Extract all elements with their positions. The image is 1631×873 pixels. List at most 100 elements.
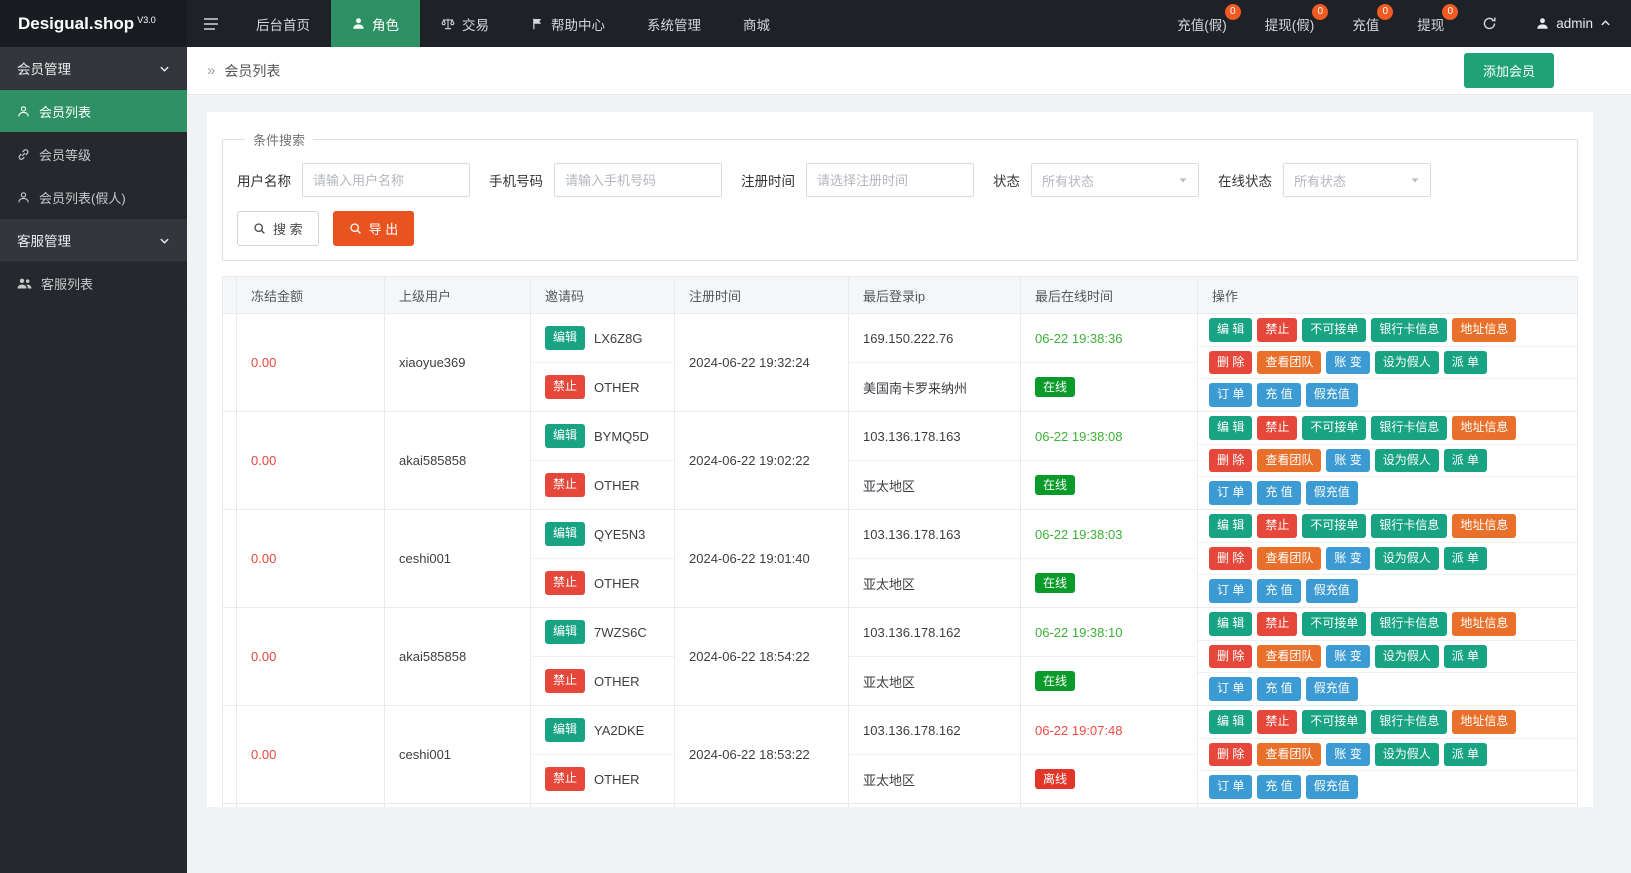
recharge-fake-button[interactable]: 充值(假) 0 [1158, 0, 1246, 47]
action-button[interactable]: 编 辑 [1209, 514, 1252, 538]
action-button[interactable]: 不可接单 [1302, 416, 1366, 440]
sidebar-section-member-management[interactable]: 会员管理 [0, 47, 187, 90]
invite-edit-button[interactable]: 编辑 [545, 718, 585, 742]
action-button[interactable]: 地址信息 [1452, 416, 1516, 440]
action-button[interactable]: 地址信息 [1452, 710, 1516, 734]
withdraw-fake-button[interactable]: 提现(假) 0 [1246, 0, 1334, 47]
action-button[interactable]: 银行卡信息 [1371, 318, 1447, 342]
action-button[interactable]: 禁止 [1257, 514, 1297, 538]
action-button[interactable]: 账 变 [1326, 645, 1369, 669]
sidebar-item-member-list-fake[interactable]: 会员列表(假人) [0, 176, 187, 219]
action-button[interactable]: 禁止 [1257, 710, 1297, 734]
action-button[interactable]: 派 单 [1444, 743, 1487, 767]
action-button[interactable]: 查看团队 [1257, 743, 1321, 767]
action-button[interactable]: 不可接单 [1302, 318, 1366, 342]
add-member-button[interactable]: 添加会员 [1464, 53, 1554, 88]
action-button[interactable]: 地址信息 [1452, 612, 1516, 636]
action-button[interactable]: 假充值 [1306, 775, 1358, 799]
online-status-select[interactable]: 所有状态 [1283, 163, 1431, 197]
action-button[interactable]: 不可接单 [1302, 612, 1366, 636]
action-button[interactable]: 银行卡信息 [1371, 612, 1447, 636]
action-button[interactable]: 假充值 [1306, 579, 1358, 603]
recharge-button[interactable]: 充值 0 [1333, 0, 1398, 47]
action-button[interactable]: 设为假人 [1375, 351, 1439, 375]
action-button[interactable]: 派 单 [1444, 449, 1487, 473]
action-button[interactable]: 派 单 [1444, 645, 1487, 669]
action-button[interactable]: 不可接单 [1302, 514, 1366, 538]
invite-edit-button[interactable]: 编辑 [545, 620, 585, 644]
action-button[interactable]: 账 变 [1326, 449, 1369, 473]
action-button[interactable]: 账 变 [1326, 743, 1369, 767]
action-button[interactable]: 查看团队 [1257, 351, 1321, 375]
status-select[interactable]: 所有状态 [1031, 163, 1199, 197]
action-button[interactable]: 设为假人 [1375, 743, 1439, 767]
action-button[interactable]: 订 单 [1209, 383, 1252, 407]
action-button[interactable]: 账 变 [1326, 351, 1369, 375]
action-button[interactable]: 编 辑 [1209, 612, 1252, 636]
action-button[interactable]: 订 单 [1209, 775, 1252, 799]
sidebar-item-service-list[interactable]: 客服列表 [0, 262, 187, 305]
action-button[interactable]: 订 单 [1209, 579, 1252, 603]
action-button[interactable]: 充 值 [1257, 383, 1300, 407]
action-button[interactable]: 删 除 [1209, 743, 1252, 767]
invite-edit-button[interactable]: 编辑 [545, 424, 585, 448]
phone-input[interactable] [554, 163, 722, 197]
refresh-button[interactable] [1463, 0, 1516, 47]
action-button[interactable]: 银行卡信息 [1371, 416, 1447, 440]
invite-edit-button[interactable]: 编辑 [545, 522, 585, 546]
sidebar-item-member-level[interactable]: 会员等级 [0, 133, 187, 176]
action-button[interactable]: 编 辑 [1209, 710, 1252, 734]
action-button[interactable]: 设为假人 [1375, 645, 1439, 669]
invite-ban-button[interactable]: 禁止 [545, 571, 585, 595]
action-button[interactable]: 设为假人 [1375, 449, 1439, 473]
action-button[interactable]: 禁止 [1257, 612, 1297, 636]
sidebar-item-member-list[interactable]: 会员列表 [0, 90, 187, 133]
nav-item-system[interactable]: 系统管理 [626, 0, 722, 47]
action-button[interactable]: 充 值 [1257, 579, 1300, 603]
action-button[interactable]: 订 单 [1209, 677, 1252, 701]
action-button[interactable]: 删 除 [1209, 351, 1252, 375]
action-button[interactable]: 编 辑 [1209, 416, 1252, 440]
action-button[interactable]: 派 单 [1444, 547, 1487, 571]
action-button[interactable]: 订 单 [1209, 481, 1252, 505]
action-button[interactable]: 禁止 [1257, 318, 1297, 342]
action-button[interactable]: 删 除 [1209, 645, 1252, 669]
nav-item-help-center[interactable]: 帮助中心 [510, 0, 626, 47]
action-button[interactable]: 删 除 [1209, 449, 1252, 473]
action-button[interactable]: 不可接单 [1302, 710, 1366, 734]
action-button[interactable]: 派 单 [1444, 351, 1487, 375]
nav-item-trade[interactable]: 交易 [420, 0, 510, 47]
register-time-input[interactable] [806, 163, 974, 197]
withdraw-button[interactable]: 提现 0 [1398, 0, 1463, 47]
invite-ban-button[interactable]: 禁止 [545, 473, 585, 497]
action-button[interactable]: 充 值 [1257, 775, 1300, 799]
action-button[interactable]: 假充值 [1306, 383, 1358, 407]
search-button[interactable]: 搜 索 [237, 211, 319, 246]
action-button[interactable]: 银行卡信息 [1371, 710, 1447, 734]
action-button[interactable]: 编 辑 [1209, 318, 1252, 342]
action-button[interactable]: 删 除 [1209, 547, 1252, 571]
action-button[interactable]: 设为假人 [1375, 547, 1439, 571]
sidebar-section-service-management[interactable]: 客服管理 [0, 219, 187, 262]
user-menu[interactable]: admin [1516, 0, 1631, 47]
username-input[interactable] [302, 163, 470, 197]
action-button[interactable]: 银行卡信息 [1371, 514, 1447, 538]
action-button[interactable]: 账 变 [1326, 547, 1369, 571]
nav-item-roles[interactable]: 角色 [331, 0, 420, 47]
action-button[interactable]: 假充值 [1306, 481, 1358, 505]
action-button[interactable]: 地址信息 [1452, 318, 1516, 342]
action-button[interactable]: 充 值 [1257, 677, 1300, 701]
brand-logo[interactable]: Desigual.shopV3.0 [0, 0, 187, 47]
action-button[interactable]: 假充值 [1306, 677, 1358, 701]
action-button[interactable]: 查看团队 [1257, 449, 1321, 473]
invite-ban-button[interactable]: 禁止 [545, 767, 585, 791]
sidebar-toggle[interactable] [187, 0, 235, 47]
invite-edit-button[interactable]: 编辑 [545, 326, 585, 350]
action-button[interactable]: 地址信息 [1452, 514, 1516, 538]
action-button[interactable]: 禁止 [1257, 416, 1297, 440]
action-button[interactable]: 查看团队 [1257, 645, 1321, 669]
export-button[interactable]: 导 出 [333, 211, 415, 246]
invite-ban-button[interactable]: 禁止 [545, 669, 585, 693]
invite-ban-button[interactable]: 禁止 [545, 375, 585, 399]
nav-item-mall[interactable]: 商城 [722, 0, 791, 47]
